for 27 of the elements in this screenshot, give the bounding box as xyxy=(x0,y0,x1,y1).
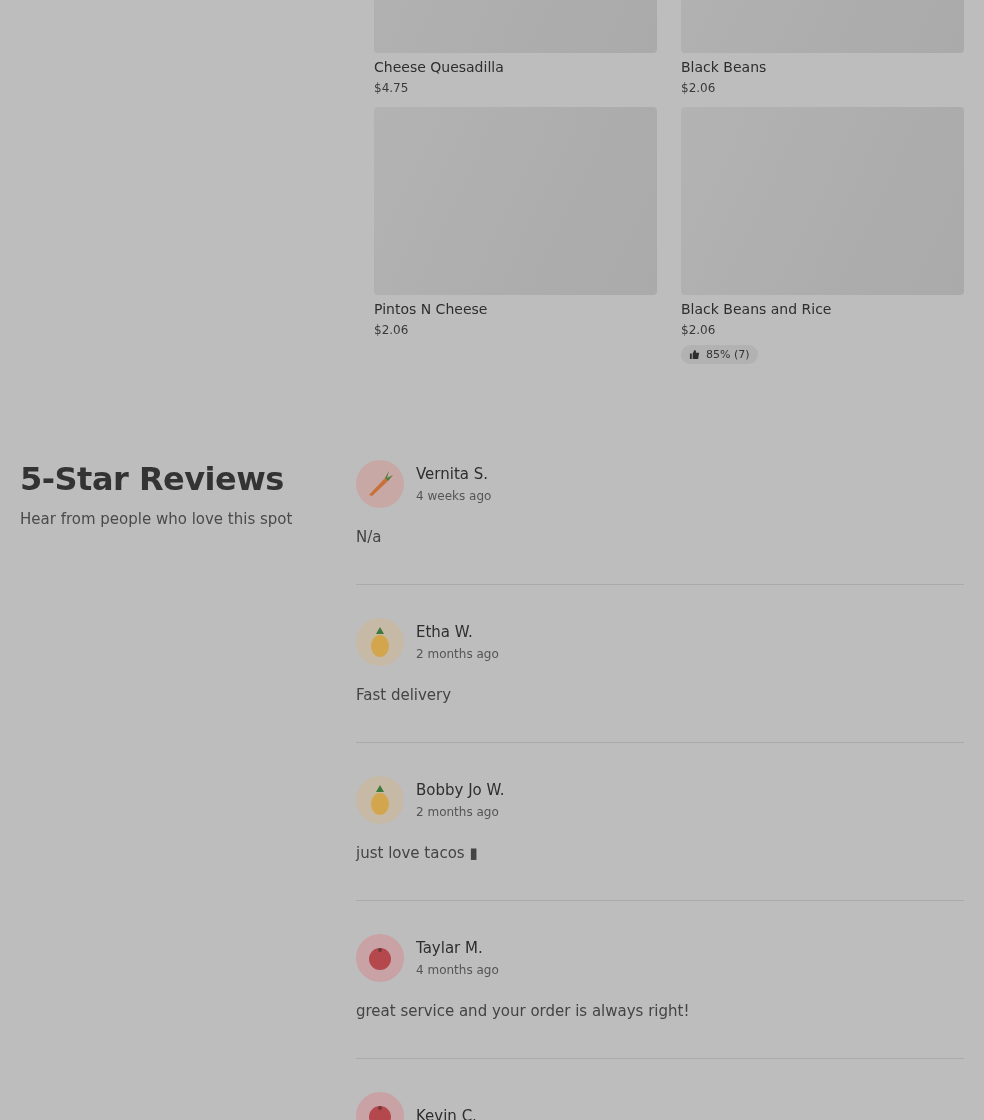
review-time: 4 months ago xyxy=(416,963,499,977)
reviewer-name: Bobby Jo W. xyxy=(416,781,505,799)
review-time: 4 weeks ago xyxy=(416,489,492,503)
item-price: $2.06 xyxy=(681,81,717,95)
thumbs-up-icon xyxy=(689,349,700,360)
item-name[interactable]: Cheese Quesadilla xyxy=(374,58,657,76)
pineapple-icon xyxy=(368,626,392,658)
review-text: N/a xyxy=(356,528,383,546)
item-name[interactable]: Pintos N Cheese xyxy=(374,300,657,318)
review-text: Fast delivery xyxy=(356,686,453,704)
review-text: great service and your order is always right! xyxy=(356,1002,691,1020)
section-title: 5-Star Reviews xyxy=(20,460,285,498)
review-time: 2 months ago xyxy=(416,647,499,661)
item-price: $2.06 xyxy=(681,323,717,337)
reviewer-name: Taylar M. xyxy=(416,939,484,957)
review-text: just love tacos ▮ xyxy=(356,844,479,862)
reviewer-name: Etha W. xyxy=(416,623,474,641)
pineapple-icon xyxy=(368,784,392,816)
tomato-icon xyxy=(367,945,393,971)
item-price: $2.06 xyxy=(374,323,410,337)
item-name[interactable]: Black Beans and Rice xyxy=(681,300,964,318)
item-name[interactable]: Black Beans xyxy=(681,58,964,76)
item-price: $4.75 xyxy=(374,81,410,95)
rating-text: 85% (7) xyxy=(706,348,750,361)
reviewer-name: Vernita S. xyxy=(416,465,490,483)
review-time: 2 months ago xyxy=(416,805,500,819)
section-subtitle: Hear from people who love this spot xyxy=(20,510,294,528)
